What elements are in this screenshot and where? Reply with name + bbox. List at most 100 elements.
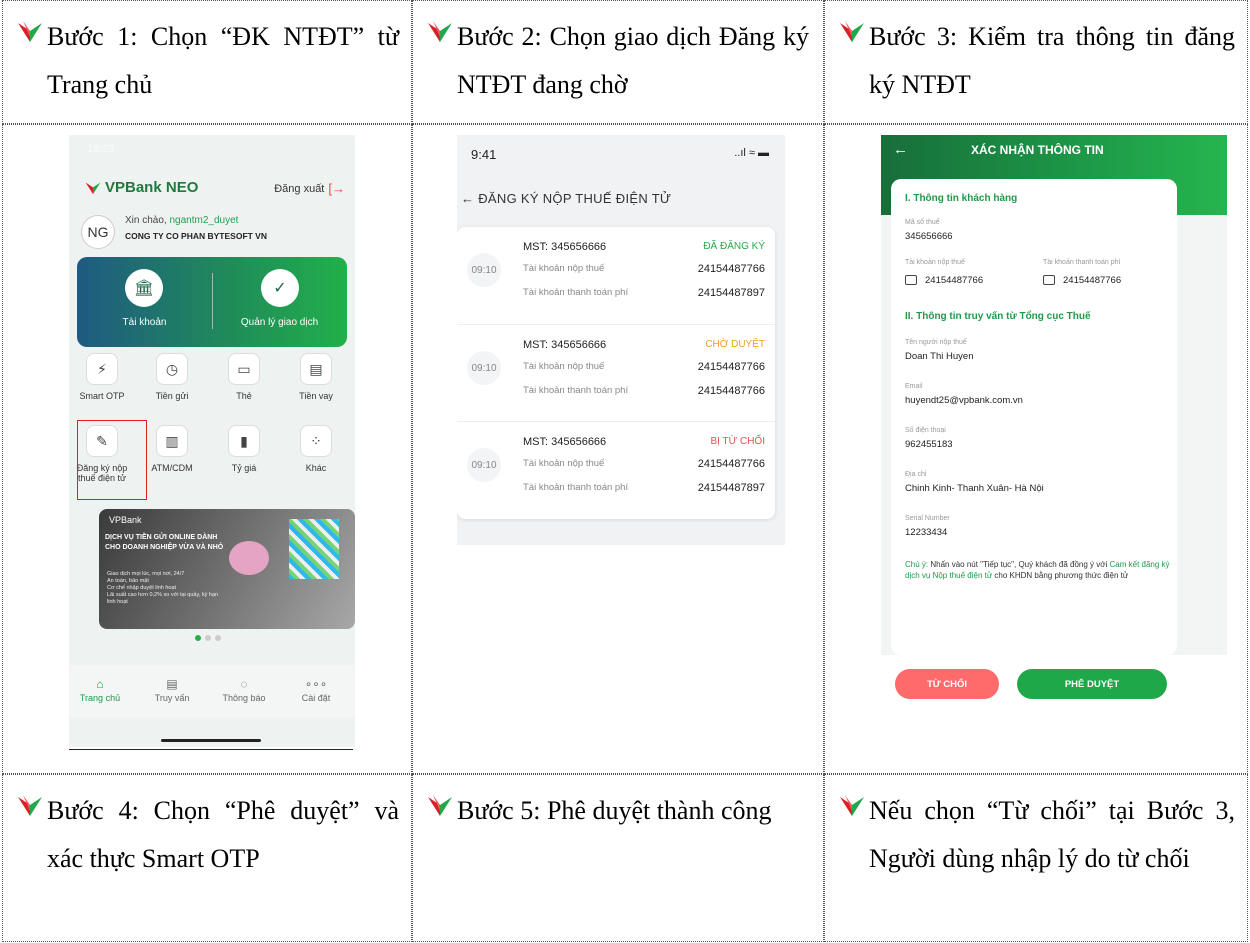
tab-label: Cài đặt (301, 693, 331, 703)
reject-button[interactable]: TỪ CHỐI (895, 669, 999, 699)
list-item[interactable]: 09:10 MST: 345656666 BỊ TỪ CHỐI Tài khoả… (457, 421, 775, 517)
feature-atm[interactable]: ▥ ATM/CDM (141, 425, 203, 473)
tab-label: Trang chủ (79, 693, 121, 703)
step-1-text: Bước 1: Chọn “ĐK NTĐT” từ Trang chủ (47, 22, 399, 99)
phone-value: 962455183 (905, 439, 953, 450)
logout-button[interactable]: Đăng xuất [→ (274, 181, 345, 196)
tab-home[interactable]: ⌂ Trang chủ (69, 677, 131, 703)
status-badge: BỊ TỪ CHỐI (710, 436, 765, 447)
screen-title: ← ĐĂNG KÝ NỘP THUẾ ĐIỆN TỬ (461, 191, 671, 206)
feature-label: ATM/CDM (151, 463, 193, 473)
tax-account-label: Tài khoản nộp thuế (905, 259, 965, 266)
home-screen: 18:23 VPBank NEO Đăng xuất [→ NG Xin chà… (69, 135, 355, 747)
vpbank-bullet-icon (427, 787, 457, 835)
back-arrow-icon[interactable]: ← (461, 191, 478, 206)
piggy-bank-image (229, 541, 269, 575)
list-item[interactable]: 09:10 MST: 345656666 CHỜ DUYỆT Tài khoản… (457, 324, 775, 420)
screen-title: XÁC NHẬN THÔNG TIN (971, 143, 1104, 157)
tax-code-label: Mã số thuế (905, 219, 940, 226)
logout-icon: [→ (328, 181, 345, 196)
feature-label: Tiền vay (299, 391, 333, 401)
step-4-cell: Bước 4: Chọn “Phê duyệt” và xác thực Sma… (2, 774, 412, 942)
vpbank-bullet-icon (839, 13, 869, 109)
tax-code: MST: 345656666 (523, 241, 607, 253)
banner-title: DỊCH VỤ TIỀN GỬI ONLINE DÀNH CHO DOANH N… (105, 534, 224, 551)
username: ngantm2_duyet (169, 215, 239, 226)
transaction-manage-icon[interactable]: ✓ (261, 269, 299, 307)
carousel-dots[interactable] (195, 635, 221, 641)
company-name: CONG TY CO PHAN BYTESOFT VN (125, 231, 267, 241)
tab-label: Truy vấn (154, 693, 190, 703)
clock-badge: 09:10 (467, 448, 501, 482)
home-screenshot-cell: 18:23 VPBank NEO Đăng xuất [→ NG Xin chà… (2, 124, 412, 774)
feature-deposit[interactable]: ◷ Tiền gửi (141, 353, 203, 401)
step-2-cell: Bước 2: Chọn giao dịch Đăng ký NTĐT đang… (412, 0, 824, 124)
tab-settings[interactable]: ∘∘∘ Cài đặt (285, 677, 347, 703)
atm-icon: ▥ (156, 425, 188, 457)
back-arrow-icon[interactable]: ← (893, 141, 908, 158)
feature-label: Smart OTP (79, 391, 125, 401)
row-value: 24154487766 (697, 361, 765, 373)
feature-label: Thẻ (236, 391, 252, 401)
card-icon: ▭ (228, 353, 260, 385)
bank-icon[interactable]: 🏛 (125, 269, 163, 307)
feature-rates[interactable]: ▮ Tỷ giá (213, 425, 275, 473)
status-time: 9:41 (471, 147, 497, 162)
fee-account-label: Tài khoản thanh toán phí (1043, 259, 1121, 266)
row-value: 24154487897 (697, 482, 765, 494)
action-bar: TỪ CHỐI PHÊ DUYỆT (881, 655, 1227, 711)
bar-chart-icon: ▮ (228, 425, 260, 457)
clock-badge: 09:10 (467, 351, 501, 385)
row-value: 24154487766 (697, 263, 765, 275)
wallet-icon (1043, 275, 1055, 286)
fee-account-value: 24154487766 (1043, 275, 1121, 286)
step-1-cell: Bước 1: Chọn “ĐK NTĐT” từ Trang chủ (2, 0, 412, 124)
banner-point: Giao dịch mọi lúc, mọi nơi, 24/7 (107, 571, 185, 577)
section-tax-office-info: II. Thông tin truy vấn từ Tổng cục Thuế (905, 311, 1091, 322)
tab-notifications[interactable]: ◌ Thông báo (213, 677, 275, 703)
bell-icon: ◌ (240, 677, 248, 691)
registration-list: 09:10 MST: 345656666 ĐÃ ĐĂNG KÝ Tài khoả… (457, 227, 775, 519)
banner-point: An toàn, bảo mật (107, 578, 149, 584)
bottom-tab-bar: ⌂ Trang chủ ▤ Truy vấn ◌ Thông báo ∘∘∘ Cài đ… (69, 665, 355, 717)
status-badge: CHỜ DUYỆT (705, 339, 765, 350)
phone-label: Số điện thoại (905, 427, 946, 434)
step-4-text: Bước 4: Chọn “Phê duyệt” và xác thực Sma… (47, 796, 399, 873)
greeting: Xin chào, ngantm2_duyet (125, 215, 238, 226)
loan-icon: ▤ (300, 353, 332, 385)
step-2-text: Bước 2: Chọn giao dịch Đăng ký NTĐT đang… (457, 22, 809, 99)
vpbank-bullet-icon (17, 787, 47, 883)
feature-label: Tiền gửi (155, 391, 189, 401)
feature-other[interactable]: ⁘ Khác (285, 425, 347, 473)
step-3-text: Bước 3: Kiểm tra thông tin đăng ký NTĐT (869, 22, 1235, 99)
approve-button[interactable]: PHÊ DUYỆT (1017, 669, 1167, 699)
note-prefix: Chú ý: (905, 560, 931, 569)
logo-text: VPBank NEO (105, 179, 199, 196)
screen-title-text: ĐĂNG KÝ NỘP THUẾ ĐIỆN TỬ (478, 191, 672, 206)
tab-label: Thông báo (222, 693, 266, 703)
document-icon: ▤ (166, 677, 178, 691)
feature-loan[interactable]: ▤ Tiền vay (285, 353, 347, 401)
avatar: NG (81, 215, 115, 249)
tax-code-value: 345656666 (905, 231, 953, 242)
note-text: Nhấn vào nút "Tiếp tục", Quý khách đã đồ… (930, 560, 1110, 569)
row-label: Tài khoản nộp thuế (523, 263, 605, 274)
tab-query[interactable]: ▤ Truy vấn (141, 677, 203, 703)
name-value: Doan Thi Huyen (905, 351, 974, 362)
promo-banner[interactable]: VPBank DỊCH VỤ TIỀN GỬI ONLINE DÀNH CHO … (99, 509, 355, 629)
signal-wifi-battery-icon: ..ıl ≈ ▬ (734, 147, 769, 159)
tax-account-value: 24154487766 (905, 275, 983, 286)
tax-code: MST: 345656666 (523, 436, 607, 448)
grid-icon: ⁘ (300, 425, 332, 457)
address-label: Địa chỉ (905, 471, 927, 478)
pixel-cube-image (289, 519, 339, 579)
divider-line (69, 749, 353, 750)
tax-account-number: 24154487766 (925, 275, 984, 286)
feature-smart-otp[interactable]: ⚡ Smart OTP (71, 353, 133, 401)
manage-transactions-label[interactable]: Quản lý giao dịch (212, 317, 347, 328)
list-item[interactable]: 09:10 MST: 345656666 ĐÃ ĐĂNG KÝ Tài khoả… (457, 227, 775, 323)
note-text: cho KHDN bằng phương thức điện tử (992, 571, 1129, 580)
serial-value: 12233434 (905, 527, 948, 538)
account-label[interactable]: Tài khoản (77, 317, 212, 328)
feature-card[interactable]: ▭ Thẻ (213, 353, 275, 401)
